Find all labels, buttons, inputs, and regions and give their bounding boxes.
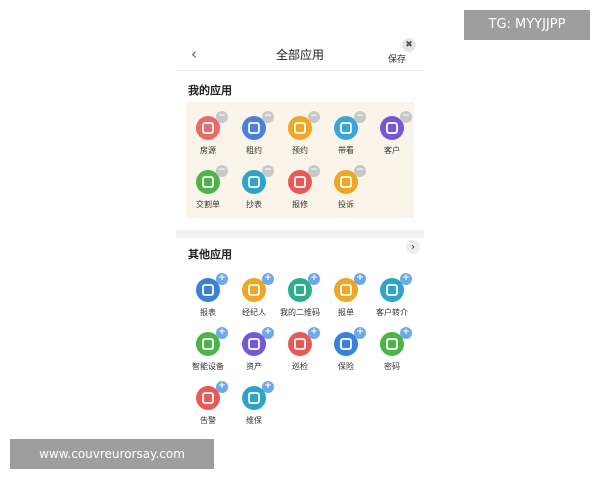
app-glyph-icon bbox=[248, 176, 260, 188]
my-app-item[interactable]: − 投诉 bbox=[324, 165, 368, 222]
app-glyph-icon bbox=[202, 176, 214, 188]
my-app-item[interactable]: − 抄表 bbox=[232, 165, 276, 222]
app-glyph-icon bbox=[386, 122, 398, 134]
other-app-item[interactable]: + 我的二维码 bbox=[278, 273, 322, 330]
app-glyph-icon bbox=[294, 122, 306, 134]
other-app-item[interactable]: + 报表 bbox=[186, 273, 230, 330]
app-screen: ‹ 全部应用 ✖ 保存 我的应用 − 房源 − 租约 − 预约 − 带看 − 客户 − 交割单 − 抄表 −… bbox=[176, 36, 424, 440]
other-app-item[interactable]: + 巡检 bbox=[278, 327, 322, 384]
section-divider bbox=[176, 230, 424, 238]
app-glyph-icon bbox=[340, 122, 352, 134]
other-app-item[interactable]: + 保险 bbox=[324, 327, 368, 384]
my-apps-title: 我的应用 bbox=[188, 84, 232, 97]
add-badge-icon[interactable]: + bbox=[216, 327, 228, 339]
remove-badge-icon[interactable]: − bbox=[216, 111, 228, 123]
save-area: ✖ 保存 bbox=[386, 38, 418, 68]
add-badge-icon[interactable]: + bbox=[400, 327, 412, 339]
app-glyph-icon bbox=[386, 338, 398, 350]
other-app-item[interactable]: + 经纪人 bbox=[232, 273, 276, 330]
add-badge-icon[interactable]: + bbox=[308, 327, 320, 339]
save-button[interactable]: 保存 bbox=[388, 52, 406, 65]
app-glyph-icon bbox=[294, 176, 306, 188]
remove-badge-icon[interactable]: − bbox=[308, 165, 320, 177]
app-glyph-icon bbox=[202, 392, 214, 404]
my-app-item[interactable]: − 报修 bbox=[278, 165, 322, 222]
app-label: 投诉 bbox=[338, 200, 354, 209]
more-button[interactable]: › bbox=[406, 240, 420, 254]
app-glyph-icon bbox=[202, 338, 214, 350]
app-label: 密码 bbox=[384, 362, 400, 371]
add-badge-icon[interactable]: + bbox=[354, 273, 366, 285]
other-app-item[interactable]: + 报单 bbox=[324, 273, 368, 330]
remove-badge-icon[interactable]: − bbox=[308, 111, 320, 123]
app-label: 维保 bbox=[246, 416, 262, 425]
remove-badge-icon[interactable]: − bbox=[216, 165, 228, 177]
app-label: 客户 bbox=[384, 146, 400, 155]
my-app-item[interactable]: − 交割单 bbox=[186, 165, 230, 222]
remove-badge-icon[interactable]: − bbox=[262, 111, 274, 123]
other-app-item[interactable]: + 密码 bbox=[370, 327, 414, 384]
app-glyph-icon bbox=[248, 338, 260, 350]
add-badge-icon[interactable]: + bbox=[262, 381, 274, 393]
tg-watermark: TG: MYYJJPP bbox=[464, 10, 590, 40]
remove-badge-icon[interactable]: − bbox=[400, 111, 412, 123]
other-app-item[interactable]: + 维保 bbox=[232, 381, 276, 438]
app-glyph-icon bbox=[340, 338, 352, 350]
remove-badge-icon[interactable]: − bbox=[354, 111, 366, 123]
my-app-item[interactable]: − 租约 bbox=[232, 111, 276, 168]
add-badge-icon[interactable]: + bbox=[216, 273, 228, 285]
add-badge-icon[interactable]: + bbox=[262, 327, 274, 339]
app-glyph-icon bbox=[248, 122, 260, 134]
app-glyph-icon bbox=[340, 284, 352, 296]
app-glyph-icon bbox=[202, 122, 214, 134]
app-glyph-icon bbox=[340, 176, 352, 188]
other-app-item[interactable]: + 客户转介 bbox=[370, 273, 414, 330]
my-app-item[interactable]: − 房源 bbox=[186, 111, 230, 168]
remove-badge-icon[interactable]: − bbox=[262, 165, 274, 177]
app-glyph-icon bbox=[386, 284, 398, 296]
other-app-item[interactable]: + 资产 bbox=[232, 327, 276, 384]
app-glyph-icon bbox=[294, 338, 306, 350]
app-glyph-icon bbox=[248, 284, 260, 296]
app-glyph-icon bbox=[202, 284, 214, 296]
my-app-item[interactable]: − 预约 bbox=[278, 111, 322, 168]
header-bar: ‹ 全部应用 ✖ 保存 bbox=[176, 36, 424, 71]
app-glyph-icon bbox=[294, 284, 306, 296]
close-icon[interactable]: ✖ bbox=[402, 38, 416, 52]
my-app-item[interactable]: − 客户 bbox=[370, 111, 414, 168]
add-badge-icon[interactable]: + bbox=[216, 381, 228, 393]
add-badge-icon[interactable]: + bbox=[308, 273, 320, 285]
other-app-item[interactable]: + 智能设备 bbox=[186, 327, 230, 384]
add-badge-icon[interactable]: + bbox=[400, 273, 412, 285]
other-apps-title: 其他应用 bbox=[188, 248, 232, 261]
url-watermark: www.couvreurorsay.com bbox=[10, 439, 214, 469]
app-glyph-icon bbox=[248, 392, 260, 404]
my-app-item[interactable]: − 带看 bbox=[324, 111, 368, 168]
other-app-item[interactable]: + 告警 bbox=[186, 381, 230, 438]
remove-badge-icon[interactable]: − bbox=[354, 165, 366, 177]
app-label: 客户转介 bbox=[376, 308, 408, 317]
add-badge-icon[interactable]: + bbox=[262, 273, 274, 285]
add-badge-icon[interactable]: + bbox=[354, 327, 366, 339]
